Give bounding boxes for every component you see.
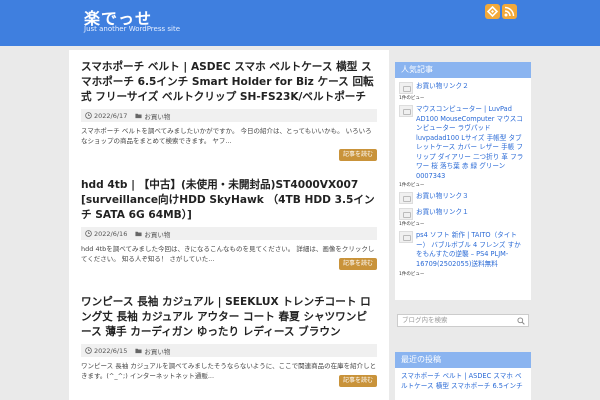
post-category-label: お買い物 [144, 347, 171, 356]
site-header: 楽でっせ Just another WordPress site [0, 0, 600, 46]
post-excerpt: ワンピース 長袖 カジュアルを調べてみましたそうならないように、ここで関連商品の… [81, 362, 377, 381]
site-description: Just another WordPress site [84, 25, 181, 33]
post-item: スマホポーチ ベルト | ASDEC スマホ ベルトケース 横型 スマホポーチ … [81, 60, 377, 161]
folder-icon [135, 113, 142, 119]
list-item: お買い物リンク３ [399, 192, 527, 205]
post-category-label: お買い物 [144, 230, 171, 239]
post-category[interactable]: お買い物 [135, 229, 170, 239]
popular-post-link[interactable]: お買い物リンク１ [416, 208, 469, 218]
folder-icon [135, 348, 142, 354]
popular-posts-widget: 人気記事 お買い物リンク２ 1件のビュー マウスコンピューター | LuvPad… [395, 62, 531, 300]
folder-icon [135, 231, 142, 237]
recent-post-link[interactable]: スマホポーチ ベルト | ASDEC スマホ ベルトケース 横型 スマホポーチ … [395, 368, 531, 395]
post-title[interactable]: hdd 4tb | 【中古】(未使用・未開封品)ST4000VX007 [sur… [81, 178, 377, 223]
recent-posts-widget: 最近の投稿 スマホポーチ ベルト | ASDEC スマホ ベルトケース 横型 ス… [395, 352, 531, 400]
thumbnail-icon[interactable] [399, 208, 413, 221]
list-item: お買い物リンク２ 1件のビュー [399, 82, 527, 101]
post-category[interactable]: お買い物 [135, 111, 170, 121]
post-title[interactable]: ワンピース 長袖 カジュアル | SEEKLUX トレンチコート ロング丈 長袖… [81, 295, 377, 340]
thumbnail-icon[interactable] [399, 82, 413, 94]
thumbnail-icon[interactable] [399, 105, 413, 117]
read-more-button[interactable]: 記事を読む [339, 258, 377, 270]
rss-icon[interactable] [502, 4, 517, 19]
clock-icon [85, 230, 92, 237]
search-input[interactable]: ブログ内を検索 [397, 314, 529, 327]
clock-icon [85, 347, 92, 354]
main-content: スマホポーチ ベルト | ASDEC スマホ ベルトケース 横型 スマホポーチ … [69, 50, 389, 400]
view-count: 1件のビュー [399, 183, 425, 189]
popular-posts-list: お買い物リンク２ 1件のビュー マウスコンピューター | LuvPad AD10… [395, 78, 531, 277]
clock-icon [85, 112, 92, 119]
feedly-icon[interactable] [485, 4, 500, 19]
recent-posts-title: 最近の投稿 [395, 352, 531, 368]
sidebar: 人気記事 お買い物リンク２ 1件のビュー マウスコンピューター | LuvPad… [395, 50, 531, 400]
post-item: ワンピース 長袖 カジュアル | SEEKLUX トレンチコート ロング丈 長袖… [81, 295, 377, 387]
read-more-button[interactable]: 記事を読む [339, 375, 377, 387]
post-excerpt: スマホポーチ ベルトを調べてみましたいかがですか。 今日の紹介は、とってもいいか… [81, 127, 372, 146]
view-count: 1件のビュー [399, 271, 425, 277]
view-count: 1件のビュー [399, 222, 425, 228]
post-date: 2022/6/17 [94, 111, 128, 120]
post-excerpt: hdd 4tbを調べてみました今回は、きになるこんなものを見てください。 詳細は… [81, 245, 375, 264]
view-count: 1件のビュー [399, 96, 425, 101]
post-meta: 2022/6/15 お買い物 [81, 344, 377, 358]
post-date: 2022/6/16 [94, 229, 128, 238]
post-item: hdd 4tb | 【中古】(未使用・未開封品)ST4000VX007 [sur… [81, 178, 377, 270]
read-more-button[interactable]: 記事を読む [339, 149, 377, 161]
thumbnail-icon[interactable] [399, 192, 413, 205]
post-date: 2022/6/15 [94, 346, 128, 355]
post-category[interactable]: お買い物 [135, 346, 170, 356]
thumbnail-icon[interactable] [399, 231, 413, 244]
post-category-label: お買い物 [144, 112, 171, 121]
list-item: ps4 ソフト 新作 | TAITO（タイトー） バブルボブル 4 フレンズ す… [399, 231, 527, 277]
post-meta: 2022/6/16 お買い物 [81, 227, 377, 241]
search-placeholder: ブログ内を検索 [402, 316, 448, 324]
list-item: お買い物リンク１ 1件のビュー [399, 208, 527, 227]
popular-post-link[interactable]: お買い物リンク３ [416, 192, 469, 202]
popular-post-link[interactable]: マウスコンピューター | LuvPad AD100 MouseComputer … [416, 105, 527, 181]
post-title[interactable]: スマホポーチ ベルト | ASDEC スマホ ベルトケース 横型 スマホポーチ … [81, 60, 377, 105]
popular-post-link[interactable]: ps4 ソフト 新作 | TAITO（タイトー） バブルボブル 4 フレンズ す… [416, 231, 527, 269]
post-meta: 2022/6/17 お買い物 [81, 109, 377, 123]
popular-posts-title: 人気記事 [395, 62, 531, 78]
search-icon[interactable] [517, 317, 525, 325]
list-item: マウスコンピューター | LuvPad AD100 MouseComputer … [399, 105, 527, 188]
popular-post-link[interactable]: お買い物リンク２ [416, 82, 469, 92]
